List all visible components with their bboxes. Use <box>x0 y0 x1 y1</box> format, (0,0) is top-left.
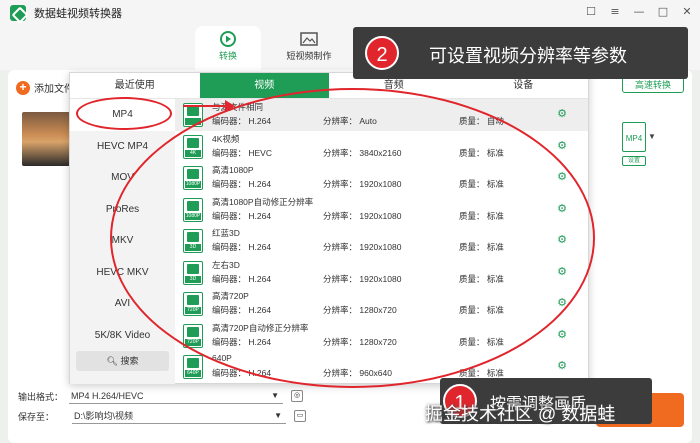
save-to-row: 保存至： D:\影响均\视频 ▼ ▭ <box>18 408 307 424</box>
annotation-badge-2: 2 <box>365 36 399 70</box>
format-settings-button[interactable]: 设置 <box>622 156 646 166</box>
search-icon: 🔍︎ <box>106 356 121 366</box>
tab-short-video-label: 短视频制作 <box>286 51 332 61</box>
save-to-label: 保存至： <box>18 411 55 422</box>
tab-recent[interactable]: 最近使用 <box>70 73 200 98</box>
annotation-text-2: 可设置视频分辨率等参数 <box>429 46 627 66</box>
gear-icon[interactable]: ⚙ <box>555 359 569 373</box>
watermark: 掘金技术社区 @ 数据蛙 <box>425 404 616 424</box>
video-thumbnail <box>22 112 70 166</box>
menu-icon[interactable]: ≡ <box>608 4 622 20</box>
title-bar: 数据蛙视频转换器 ☐ ≡ — □ ✕ <box>0 0 700 26</box>
annotation-arrow <box>183 100 235 112</box>
tab-short-video[interactable]: 短视频制作 <box>276 26 342 70</box>
output-format-select[interactable]: MP4 H.264/HEVC ▼ <box>69 388 284 404</box>
gear-icon[interactable]: ⚙ <box>555 139 569 153</box>
output-format-value: MP4 H.264/HEVC <box>71 391 144 401</box>
tab-convert[interactable]: 转换 <box>195 26 261 70</box>
minimize-icon[interactable]: — <box>632 4 646 20</box>
search-label: 搜索 <box>120 356 139 366</box>
maximize-icon[interactable]: □ <box>656 4 670 20</box>
chevron-down-icon: ▼ <box>274 411 283 420</box>
folder-icon[interactable]: ▭ <box>294 410 307 422</box>
feedback-icon[interactable]: ☐ <box>584 4 598 20</box>
video-file-icon: 640P <box>183 355 203 379</box>
convert-icon <box>220 31 236 47</box>
add-file-label: 添加文件 <box>34 84 74 95</box>
plus-icon: + <box>16 80 30 95</box>
save-path-value: D:\影响均\视频 <box>74 411 134 421</box>
app-logo-icon <box>10 5 26 21</box>
format-search-button[interactable]: 🔍︎ 搜索 <box>76 351 169 371</box>
preset-tag: 640P <box>185 370 201 377</box>
save-path-select[interactable]: D:\影响均\视频 ▼ <box>72 408 287 424</box>
close-icon[interactable]: ✕ <box>680 4 694 20</box>
high-speed-button[interactable]: 高速转换 <box>622 77 684 93</box>
format-dropdown-caret-icon[interactable]: ▼ <box>648 132 656 141</box>
gear-icon[interactable]: ⚙ <box>555 328 569 342</box>
annotation-ellipse-mp4 <box>76 97 172 130</box>
output-settings-icon[interactable]: ◎ <box>291 390 304 402</box>
window-controls: ☐ ≡ — □ ✕ <box>584 4 694 20</box>
annotation-ellipse-presets <box>110 88 595 388</box>
gear-icon[interactable]: ⚙ <box>555 107 569 121</box>
output-format-label: 输出格式： <box>18 391 64 402</box>
chevron-down-icon: ▼ <box>271 391 280 400</box>
target-format-icon[interactable]: MP4 <box>622 122 646 152</box>
short-video-icon <box>300 32 318 46</box>
annotation-callout-2: 2 可设置视频分辨率等参数 <box>353 27 688 79</box>
app-title: 数据蛙视频转换器 <box>34 8 122 20</box>
tab-convert-label: 转换 <box>218 51 237 61</box>
add-file-button[interactable]: + 添加文件 <box>16 80 74 95</box>
output-format-row: 输出格式： MP4 H.264/HEVC ▼ ◎ <box>18 388 304 404</box>
